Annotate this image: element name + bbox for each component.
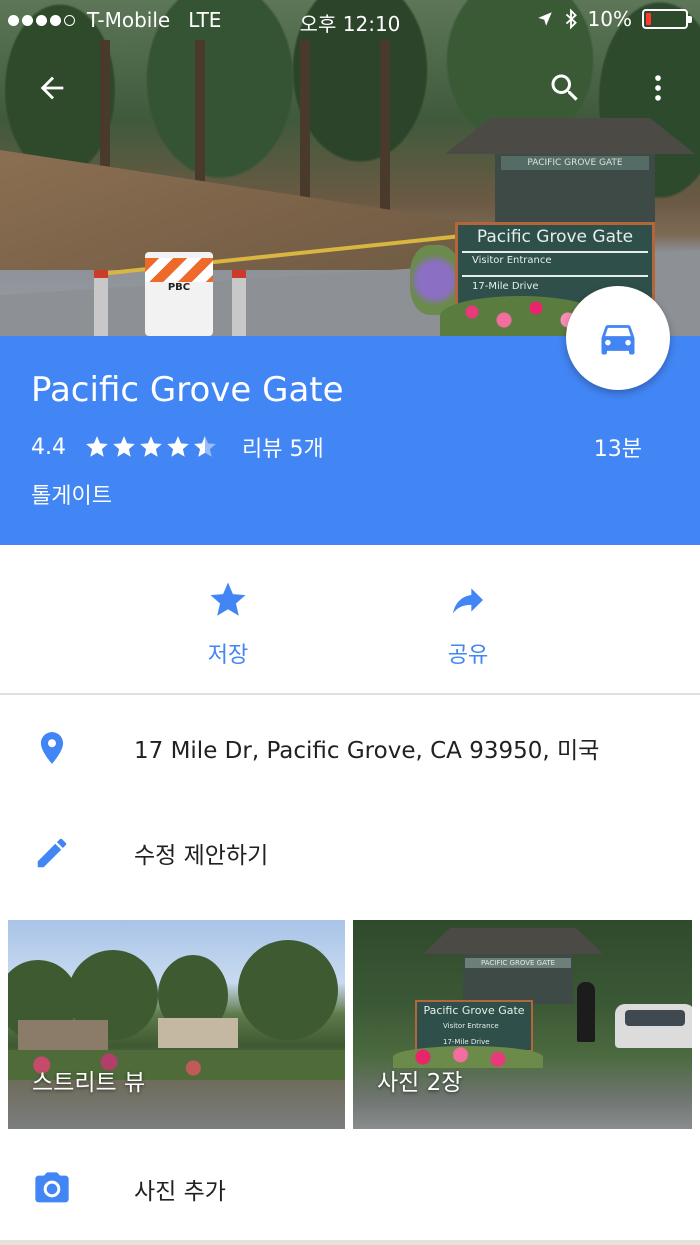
photo-car — [615, 1004, 692, 1048]
hero-gate-booth: PACIFIC GROVE GATE — [445, 118, 695, 228]
suggest-edit-row[interactable]: 수정 제안하기 — [0, 808, 700, 898]
save-button[interactable]: 저장 — [168, 575, 288, 669]
directions-button[interactable] — [566, 286, 670, 390]
sign-line-1: Visitor Entrance — [472, 255, 552, 266]
car-icon — [601, 325, 635, 355]
review-count[interactable]: 리뷰 5개 — [242, 431, 324, 463]
share-arrow-icon — [453, 588, 483, 614]
sign-line-2: 17-Mile Drive — [472, 281, 539, 292]
place-name: Pacific Grove Gate — [31, 370, 344, 410]
star-icon — [210, 582, 246, 616]
address-row[interactable]: 17 Mile Dr, Pacific Grove, CA 93950, 미국 — [0, 703, 700, 793]
add-photo-text: 사진 추가 — [134, 1179, 226, 1205]
share-label: 공유 — [447, 643, 489, 668]
rating-stars — [84, 434, 218, 460]
photos-thumbnail[interactable]: PACIFIC GROVE GATE Pacific Grove Gate Vi… — [353, 920, 692, 1129]
save-label: 저장 — [207, 643, 249, 668]
photo-sign-title: Pacific Grove Gate — [423, 1004, 525, 1017]
search-button[interactable] — [541, 64, 589, 112]
hero-barrier: PBC — [145, 252, 213, 336]
share-button[interactable]: 공유 — [408, 575, 528, 669]
more-options-button[interactable] — [634, 64, 682, 112]
sign-title: Pacific Grove Gate — [476, 227, 634, 247]
map-preview-edge[interactable] — [0, 1240, 700, 1245]
pencil-icon — [37, 838, 67, 868]
star-full-icon — [86, 436, 108, 457]
star-full-icon — [167, 436, 189, 457]
add-photo-row[interactable]: 사진 추가 — [0, 1144, 700, 1234]
street-view-label: 스트리트 뷰 — [32, 1070, 146, 1096]
photo-sign-line-1: Visitor Entrance — [443, 1022, 499, 1030]
booth-sign: PACIFIC GROVE GATE — [501, 156, 649, 170]
back-button[interactable] — [28, 64, 76, 112]
street-house — [158, 1018, 238, 1048]
star-full-icon — [113, 436, 135, 457]
search-icon — [551, 74, 578, 101]
battery-icon — [642, 9, 692, 29]
barrier-text: PBC — [167, 282, 191, 293]
photo-person — [577, 982, 595, 1042]
battery-percent: 10% — [587, 7, 632, 31]
photo-sign-line-2: 17-Mile Drive — [443, 1038, 490, 1046]
action-bar: 저장 공유 — [0, 545, 700, 695]
rating-row[interactable]: 4.4 리뷰 5개 — [31, 431, 324, 463]
more-vert-icon — [655, 75, 661, 101]
bluetooth-icon — [565, 8, 577, 30]
status-bar: T-Mobile LTE 오후 12:10 10% — [0, 0, 700, 38]
photos-count-label: 사진 2장 — [377, 1070, 463, 1096]
back-arrow-icon — [40, 76, 64, 100]
place-hero-photo[interactable]: PBC PACIFIC GROVE GATE Pacific Grove Gat… — [0, 0, 700, 336]
hero-bollard — [94, 270, 108, 336]
photo-booth-sign: PACIFIC GROVE GATE — [465, 958, 571, 968]
suggest-edit-text: 수정 제안하기 — [134, 843, 269, 869]
location-pin-icon — [40, 732, 64, 764]
address-text: 17 Mile Dr, Pacific Grove, CA 93950, 미국 — [134, 738, 600, 764]
photo-gate-sign: Pacific Grove Gate Visitor Entrance 17-M… — [415, 1000, 533, 1052]
drive-time: 13분 — [593, 437, 642, 462]
hero-bollard — [232, 270, 246, 336]
rating-value: 4.4 — [31, 434, 66, 460]
street-view-thumbnail[interactable]: 스트리트 뷰 — [8, 920, 345, 1129]
star-full-icon — [140, 436, 162, 457]
place-category: 톨게이트 — [31, 484, 112, 509]
camera-icon — [35, 1172, 69, 1203]
star-half-icon — [194, 436, 216, 457]
location-arrow-icon — [537, 12, 552, 26]
